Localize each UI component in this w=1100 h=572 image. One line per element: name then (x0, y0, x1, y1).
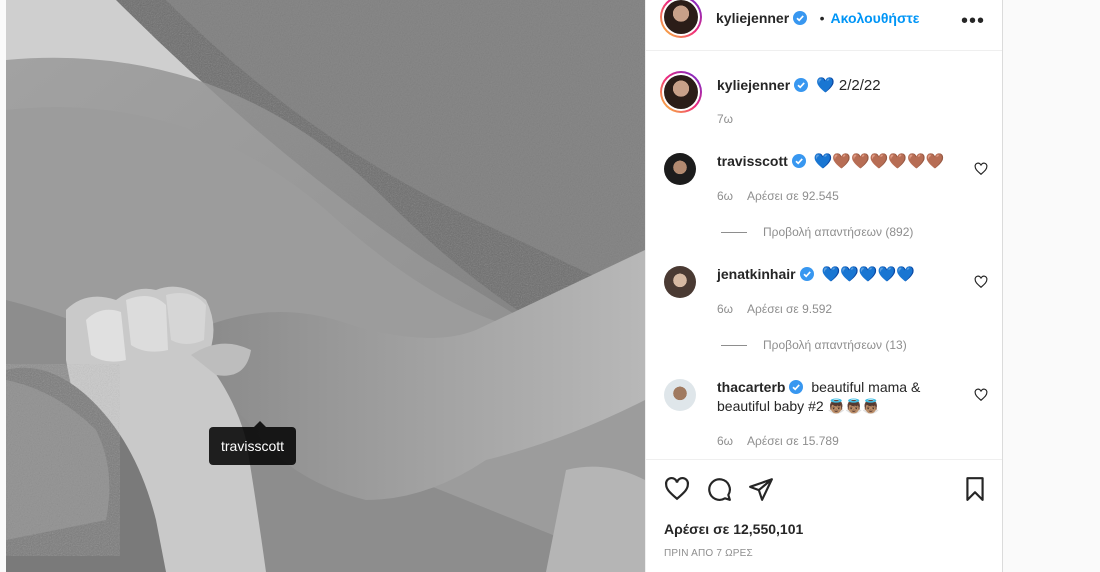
caption-age: 7ω (717, 112, 734, 126)
author-avatar-image (664, 0, 698, 34)
verified-badge-icon (793, 11, 808, 25)
comment-text: 💙🤎🤎🤎🤎🤎🤎 (813, 153, 945, 170)
more-options-icon: ••• (960, 10, 985, 32)
comment-likes-count[interactable]: Αρέσει σε 15.789 (747, 434, 839, 448)
share-paper-plane-icon[interactable] (748, 476, 774, 502)
post-likes-count[interactable]: Αρέσει σε 12,550,101 (664, 521, 803, 537)
comment-text-row: travisscott 💙🤎🤎🤎🤎🤎🤎 (717, 152, 944, 171)
more-options-button[interactable]: ••• (961, 10, 985, 33)
header-separator: • (819, 10, 825, 26)
comment-avatar[interactable] (664, 153, 696, 185)
view-replies-button[interactable]: Προβολή απαντήσεων (13) (721, 338, 907, 352)
like-comment-heart-icon[interactable] (974, 275, 988, 289)
comment-likes-count[interactable]: Αρέσει σε 9.592 (747, 302, 832, 316)
comment-avatar[interactable] (664, 379, 696, 411)
caption-avatar[interactable] (660, 71, 702, 113)
post-header: kyliejenner • Ακολουθήστε ••• (646, 0, 1003, 51)
verified-badge-icon (791, 154, 806, 168)
author-username[interactable]: kyliejenner (716, 10, 789, 26)
view-replies-label: Προβολή απαντήσεων (892) (763, 225, 914, 239)
comment-age: 6ω (717, 189, 734, 203)
like-comment-heart-icon[interactable] (974, 162, 988, 176)
post-side-panel: kyliejenner • Ακολουθήστε ••• kyliejenner… (645, 0, 1003, 572)
verified-badge-icon (799, 267, 814, 281)
like-heart-icon[interactable] (664, 476, 690, 502)
caption-username[interactable]: kyliejenner (717, 77, 790, 93)
follow-button[interactable]: Ακολουθήστε (831, 10, 920, 26)
header-info: kyliejenner • Ακολουθήστε (716, 10, 919, 28)
comment-text-row: thacarterb beautiful mama & beautiful ba… (717, 378, 957, 416)
comment-meta: 6ω Αρέσει σε 9.592 (717, 302, 846, 316)
like-comment-heart-icon[interactable] (974, 388, 988, 402)
post-photo-image (6, 0, 645, 572)
comment-meta: 6ω Αρέσει σε 15.789 (717, 434, 853, 448)
post-actions: Αρέσει σε 12,550,101 ΠΡΙΝ ΑΠΟ 7 ΩΡΕΣ (646, 459, 1003, 572)
author-avatar[interactable] (660, 0, 702, 38)
comment-text: 💙💙💙💙💙 (821, 266, 915, 283)
replies-divider (721, 232, 747, 234)
comment-age: 6ω (717, 302, 734, 316)
post-timestamp[interactable]: ΠΡΙΝ ΑΠΟ 7 ΩΡΕΣ (664, 548, 753, 559)
save-bookmark-icon[interactable] (962, 476, 988, 502)
user-tag[interactable]: travisscott (209, 427, 297, 465)
comment-likes-count[interactable]: Αρέσει σε 92.545 (747, 189, 839, 203)
caption-text-row: kyliejenner 💙 2/2/22 (717, 76, 881, 95)
comment-avatar[interactable] (664, 266, 696, 298)
comment-username[interactable]: jenatkinhair (717, 266, 796, 282)
view-replies-label: Προβολή απαντήσεων (13) (763, 338, 907, 352)
comment-age: 6ω (717, 434, 734, 448)
replies-divider (721, 345, 747, 347)
caption-avatar-image (664, 75, 698, 109)
verified-badge-icon (794, 78, 809, 92)
post-photo[interactable]: travisscott (6, 0, 645, 572)
instagram-post-modal: travisscott kyliejenner • Ακολουθήστε •••… (0, 0, 1100, 572)
comment-text-row: jenatkinhair 💙💙💙💙💙 (717, 265, 915, 284)
comments-list[interactable]: kyliejenner 💙 2/2/22 7ω travisscott 💙🤎🤎🤎… (646, 51, 1003, 459)
comment-username[interactable]: thacarterb (717, 379, 785, 395)
verified-badge-icon (789, 380, 804, 394)
comment-meta: 6ω Αρέσει σε 92.545 (717, 189, 853, 203)
caption-text: 💙 2/2/22 (816, 77, 881, 94)
view-replies-button[interactable]: Προβολή απαντήσεων (892) (721, 225, 913, 239)
comment-bubble-icon[interactable] (706, 476, 732, 502)
comment-username[interactable]: travisscott (717, 153, 788, 169)
page-background-right (1002, 0, 1100, 572)
